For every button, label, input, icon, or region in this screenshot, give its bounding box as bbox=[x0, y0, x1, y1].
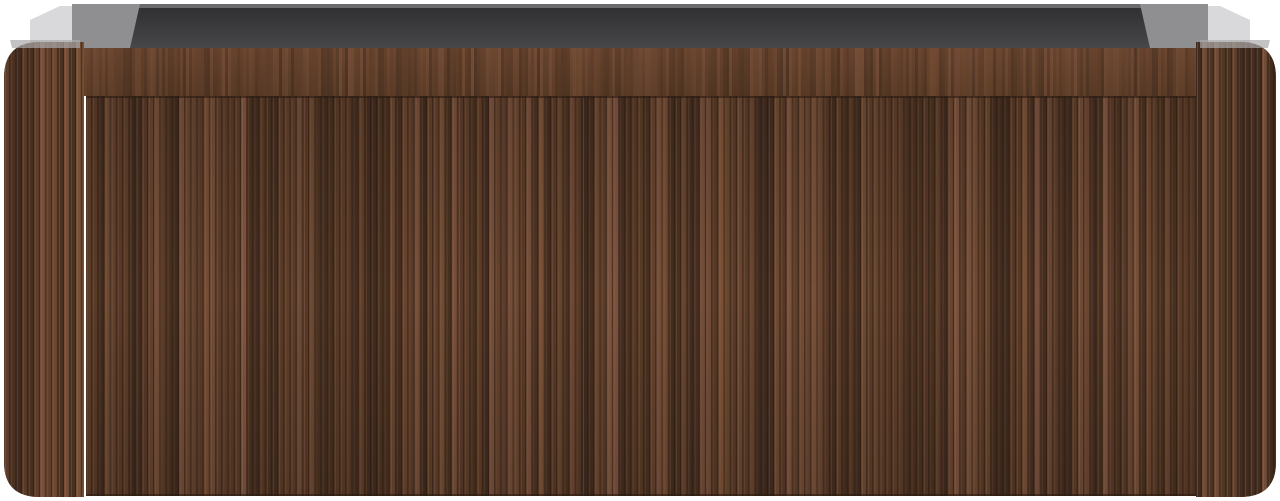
vanity-cabinet bbox=[4, 4, 1276, 497]
left-side-panel bbox=[4, 40, 84, 497]
top-rail-grain bbox=[84, 48, 1197, 96]
cabinet-interior bbox=[30, 4, 1250, 50]
right-side-panel bbox=[1196, 40, 1276, 497]
drawer-front bbox=[86, 96, 1196, 496]
product-image bbox=[0, 0, 1280, 501]
